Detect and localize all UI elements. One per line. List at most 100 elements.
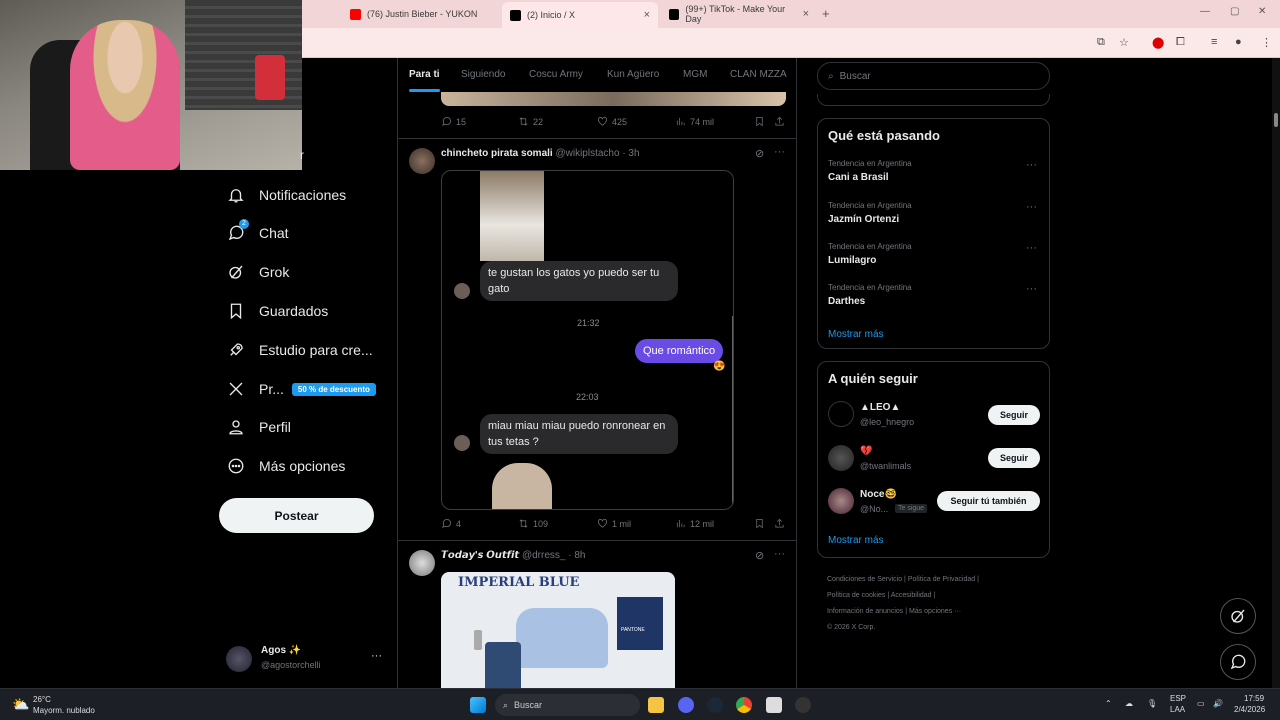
obs-icon[interactable] <box>795 697 811 713</box>
author-handle[interactable]: @wikiplstacho <box>555 148 619 159</box>
nav-estudio[interactable]: Estudio para cre... <box>227 341 373 359</box>
grok-icon[interactable]: ⊘ <box>755 549 764 562</box>
bookmark-button[interactable] <box>754 116 765 127</box>
trend-name[interactable]: Darthes <box>828 296 865 307</box>
account-switcher[interactable]: Agos ✨ @agostorchelli ··· <box>226 644 386 674</box>
network-icon[interactable]: ☁ <box>1125 699 1133 708</box>
tab-kun-aguero[interactable]: Kun Agüero <box>607 69 659 80</box>
messages-fab[interactable] <box>1220 644 1256 680</box>
follow-name[interactable]: 💔 <box>860 446 872 457</box>
discord-icon[interactable] <box>678 697 694 713</box>
reply-button[interactable]: 4 <box>441 518 461 529</box>
repost-button[interactable]: 22 <box>518 116 543 127</box>
views-button[interactable]: 12 mil <box>675 518 714 529</box>
grok-fab[interactable] <box>1220 598 1256 634</box>
avatar[interactable] <box>828 401 854 427</box>
author-handle[interactable]: @drress_ <box>522 550 566 561</box>
follow-name[interactable]: ▲LEO▲ <box>860 402 900 413</box>
nav-perfil[interactable]: Perfil <box>227 418 291 436</box>
follow-back-button[interactable]: Seguir tú también <box>937 491 1040 511</box>
minimize-button[interactable]: — <box>1200 6 1210 17</box>
tab-siguiendo[interactable]: Siguiendo <box>461 69 505 80</box>
page-scrollbar[interactable] <box>1272 58 1280 688</box>
install-icon[interactable]: ⧉ <box>1097 36 1105 49</box>
language-layout[interactable]: LAA <box>1170 705 1185 714</box>
volume-icon[interactable]: 🔊 <box>1213 699 1223 708</box>
clock-date[interactable]: 2/4/2026 <box>1234 705 1265 714</box>
footer-link[interactable]: Accesibilidad <box>891 592 932 599</box>
more-icon[interactable]: ··· <box>774 548 785 560</box>
extension-icon[interactable]: ⬤ <box>1152 36 1164 49</box>
trend-name[interactable]: Cani a Brasil <box>828 172 889 183</box>
avatar[interactable] <box>409 148 435 174</box>
nav-notificaciones[interactable]: Notificaciones <box>227 186 346 204</box>
taskbar-search[interactable]: ⌕ Buscar <box>495 694 640 716</box>
follow-button[interactable]: Seguir <box>988 405 1040 425</box>
profile-icon[interactable]: ● <box>1235 36 1242 48</box>
account-more-icon[interactable]: ··· <box>371 650 382 662</box>
author-name[interactable]: chincheto pirata somali <box>441 148 553 159</box>
language-code[interactable]: ESP <box>1170 694 1186 703</box>
avatar[interactable] <box>828 488 854 514</box>
views-button[interactable]: 74 mil <box>675 116 714 127</box>
nav-grok[interactable]: Grok <box>227 263 289 281</box>
trend-more-icon[interactable]: ··· <box>1026 159 1037 171</box>
new-tab-button[interactable]: + <box>822 6 830 21</box>
follow-show-more[interactable]: Mostrar más <box>828 535 884 546</box>
author-name[interactable]: 𝙏𝙤𝙙𝙖𝙮'𝙨 𝙊𝙪𝙩𝙛𝙞𝙩 <box>441 550 519 561</box>
more-icon[interactable]: ··· <box>774 146 785 158</box>
tray-chevron-icon[interactable]: ⌃ <box>1105 699 1112 708</box>
share-button[interactable] <box>774 518 785 529</box>
nav-premium[interactable]: Pr... 50 % de descuento <box>227 380 376 398</box>
share-button[interactable] <box>774 116 785 127</box>
like-button[interactable]: 425 <box>597 116 627 127</box>
trend-more-icon[interactable]: ··· <box>1026 283 1037 295</box>
trend-name[interactable]: Jazmín Ortenzi <box>828 214 899 225</box>
tab-x[interactable]: (2) Inicio / X × <box>502 2 658 28</box>
chrome-icon[interactable] <box>736 697 752 713</box>
follow-button[interactable]: Seguir <box>988 448 1040 468</box>
tab-mgm[interactable]: MGM <box>683 69 707 80</box>
close-window-button[interactable]: ✕ <box>1258 6 1266 17</box>
steam-icon[interactable] <box>707 697 723 713</box>
footer-link[interactable]: Política de cookies <box>827 592 885 599</box>
tab-coscu-army[interactable]: Coscu Army <box>529 69 583 80</box>
bookmark-button[interactable] <box>754 518 765 529</box>
tab-para-ti[interactable]: Para ti <box>409 69 440 92</box>
footer-link[interactable]: Política de Privacidad <box>908 576 975 583</box>
scroll-thumb[interactable] <box>1274 113 1278 127</box>
windows-start-icon[interactable] <box>470 697 486 713</box>
puzzle-icon[interactable]: ⧠ <box>1176 36 1185 49</box>
footer-link[interactable]: Más opciones ··· <box>909 608 961 615</box>
mic-icon[interactable]: 🎙 <box>1147 699 1157 708</box>
post-button[interactable]: Postear <box>219 498 374 533</box>
file-explorer-icon[interactable] <box>648 697 664 713</box>
capcut-icon[interactable] <box>766 697 782 713</box>
nav-mas-opciones[interactable]: Más opciones <box>227 457 345 475</box>
footer-link[interactable]: Condiciones de Servicio <box>827 576 902 583</box>
tab-tiktok[interactable]: (99+) TikTok - Make Your Day × <box>661 4 817 24</box>
maximize-button[interactable]: ▢ <box>1230 6 1239 17</box>
search-input[interactable]: ⌕ Buscar <box>817 62 1050 90</box>
nav-chat[interactable]: Chat 2 <box>227 219 289 242</box>
media-icon[interactable]: ≡ <box>1211 36 1217 48</box>
trend-name[interactable]: Lumilagro <box>828 255 876 266</box>
chat-screenshot[interactable]: te gustan los gatos yo puedo ser tu gato… <box>441 170 734 510</box>
footer-link[interactable]: Información de anuncios <box>827 608 903 615</box>
avatar[interactable] <box>409 550 435 576</box>
star-icon[interactable]: ☆ <box>1119 36 1129 49</box>
close-tab-icon[interactable]: × <box>803 8 809 20</box>
follow-name[interactable]: Noce🤓 <box>860 489 897 500</box>
weather-icon[interactable]: ⛅ <box>12 696 29 713</box>
menu-icon[interactable]: ⋮ <box>1261 36 1272 49</box>
wifi-icon[interactable]: ▭ <box>1197 699 1205 708</box>
grok-icon[interactable]: ⊘ <box>755 147 764 160</box>
close-tab-icon[interactable]: × <box>644 9 650 21</box>
nav-guardados[interactable]: Guardados <box>227 302 328 320</box>
repost-button[interactable]: 109 <box>518 518 548 529</box>
outfit-image[interactable]: IMPERIAL BLUE PANTONE <box>441 572 675 688</box>
reply-button[interactable]: 15 <box>441 116 466 127</box>
like-button[interactable]: 1 mil <box>597 518 631 529</box>
trend-more-icon[interactable]: ··· <box>1026 242 1037 254</box>
avatar[interactable] <box>828 445 854 471</box>
